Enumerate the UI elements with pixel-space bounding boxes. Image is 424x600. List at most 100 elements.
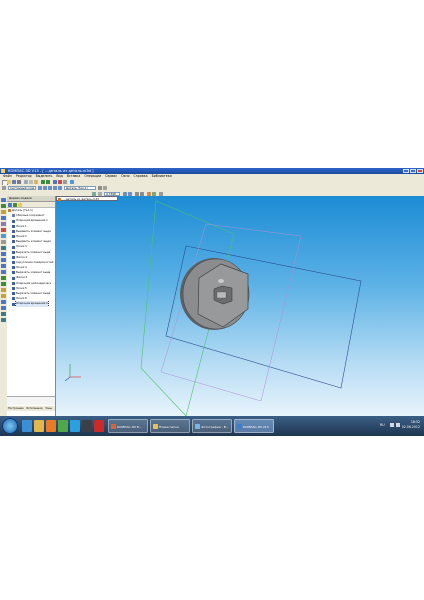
perspective-icon[interactable] — [140, 191, 144, 196]
3d-viewport[interactable] — [56, 196, 424, 420]
cut-icon[interactable] — [24, 180, 28, 184]
rotate-icon[interactable] — [58, 186, 62, 190]
document-tab-label: …деталь из деталь.m3d — [63, 197, 99, 201]
redo-icon[interactable] — [46, 180, 50, 184]
aux-geometry-icon[interactable] — [1, 234, 6, 238]
orientation-combo[interactable]: Системный слой (0) — [8, 186, 36, 190]
shaded-icon[interactable] — [98, 186, 102, 190]
rotation-operation-icon — [12, 302, 15, 306]
taskbar-window-folder[interactable]: Новая папка — [150, 419, 190, 433]
hole-tool-icon[interactable] — [1, 282, 6, 286]
tree-list: Деталь (Тел-1) Сборные координат Операция … — [7, 208, 55, 307]
minimize-button[interactable] — [403, 169, 409, 173]
clock-date: 02.06.2012 — [401, 425, 420, 429]
tree-filter-icon[interactable] — [18, 202, 22, 207]
zoom-in-icon[interactable] — [43, 186, 47, 190]
tree-item[interactable]: Операция вращения:2 — [7, 301, 55, 307]
clock[interactable]: 18:52 02.06.2012 — [402, 420, 420, 430]
orientation-icon[interactable] — [98, 191, 102, 196]
scale-input[interactable]: 0.7398 — [104, 191, 120, 196]
tab-build[interactable]: Построение — [7, 407, 25, 410]
chamfer-tool-icon[interactable] — [1, 294, 6, 298]
mirror-tool-icon[interactable] — [1, 318, 6, 322]
refresh-icon[interactable] — [2, 186, 6, 190]
socket-key — [216, 291, 227, 299]
tab-zones[interactable]: Зоны — [44, 407, 53, 410]
sketch-tool-icon[interactable] — [1, 204, 6, 208]
cylinder-operation-icon — [12, 281, 15, 285]
sketch-icon — [12, 297, 15, 301]
tree-item-label: Операция вращения:2 — [15, 301, 49, 307]
sketch-icon — [12, 266, 15, 270]
opera-icon[interactable] — [94, 420, 104, 432]
save-icon[interactable] — [12, 180, 16, 184]
bolt-model — [180, 258, 250, 330]
window-icon — [237, 424, 242, 429]
tree-view-icon[interactable] — [8, 202, 12, 207]
taskbar-window-photos[interactable]: Фотографии - В... — [192, 419, 232, 433]
document-icon — [58, 198, 61, 201]
copy-icon[interactable] — [29, 180, 33, 184]
array-tool-icon[interactable] — [1, 228, 6, 232]
light-icon[interactable] — [147, 191, 151, 196]
start-button[interactable] — [2, 418, 18, 434]
tree-structure-icon[interactable] — [13, 202, 17, 207]
zoom-window-icon[interactable] — [38, 186, 42, 190]
chrome-icon[interactable] — [58, 420, 68, 432]
language-indicator[interactable]: RU — [380, 423, 385, 427]
cut-tool-icon[interactable] — [1, 276, 6, 280]
tab-versions[interactable]: Исполнения — [26, 407, 44, 410]
zoom-fit-icon[interactable] — [123, 191, 127, 196]
media-player-icon[interactable] — [46, 420, 56, 432]
help-icon[interactable] — [70, 180, 74, 184]
explorer-icon[interactable] — [34, 420, 44, 432]
view-cube-icon[interactable] — [92, 191, 96, 196]
axis-triad — [64, 364, 81, 382]
sketch-icon — [12, 235, 15, 239]
chamfer-icon — [12, 255, 15, 259]
open-folder-icon[interactable] — [7, 180, 11, 184]
fillet-tool-icon[interactable] — [1, 288, 6, 292]
loft-tool-icon[interactable] — [1, 270, 6, 274]
filter-tool-icon[interactable] — [1, 246, 6, 250]
taskbar-window-kompas-2[interactable]: КОМПАС-3D V13 — [234, 419, 274, 433]
zoom-prev-icon[interactable] — [128, 191, 132, 196]
wireframe-icon[interactable] — [103, 186, 107, 190]
viewport-canvas — [64, 200, 362, 417]
print-icon[interactable] — [17, 180, 21, 184]
properties-icon[interactable] — [53, 180, 57, 184]
section-icon[interactable] — [152, 191, 156, 196]
layer-combo[interactable]: Деталь (Тел-1) — [64, 186, 96, 190]
close-button[interactable] — [417, 169, 423, 173]
pan-icon[interactable] — [53, 186, 57, 190]
measure-tool-icon[interactable] — [1, 240, 6, 244]
render-mode-icon[interactable] — [135, 191, 139, 196]
variables-icon[interactable] — [63, 180, 67, 184]
geometry-tool-icon[interactable] — [1, 210, 6, 214]
surface-tool-icon[interactable] — [1, 222, 6, 226]
paste-icon[interactable] — [34, 180, 38, 184]
document-tab[interactable]: …деталь из деталь.m3d — [56, 196, 118, 201]
network-icon[interactable] — [390, 423, 394, 427]
extrude-tool-icon[interactable] — [1, 252, 6, 256]
library-icon[interactable] — [58, 180, 62, 184]
measure-icon[interactable] — [159, 191, 163, 196]
taskbar-window-kompas-1[interactable]: КОМПАС-3D В... — [108, 419, 148, 433]
shell-tool-icon[interactable] — [1, 300, 6, 304]
volume-icon[interactable] — [396, 423, 400, 427]
kinematic-tool-icon[interactable] — [1, 264, 6, 268]
skype-icon[interactable] — [70, 420, 80, 432]
zoom-out-icon[interactable] — [48, 186, 52, 190]
maximize-button[interactable] — [410, 169, 416, 173]
sketch-icon — [12, 224, 15, 228]
steam-icon[interactable] — [82, 420, 92, 432]
edit-part-icon[interactable] — [1, 198, 6, 202]
rotate-tool-icon[interactable] — [1, 258, 6, 262]
cut-extrude-icon — [12, 292, 15, 296]
thread-tool-icon[interactable] — [1, 312, 6, 316]
ie-icon[interactable] — [22, 420, 32, 432]
rib-tool-icon[interactable] — [1, 306, 6, 310]
app-icon — [1, 169, 5, 173]
dimension-tool-icon[interactable] — [1, 216, 6, 220]
undo-icon[interactable] — [41, 180, 45, 184]
